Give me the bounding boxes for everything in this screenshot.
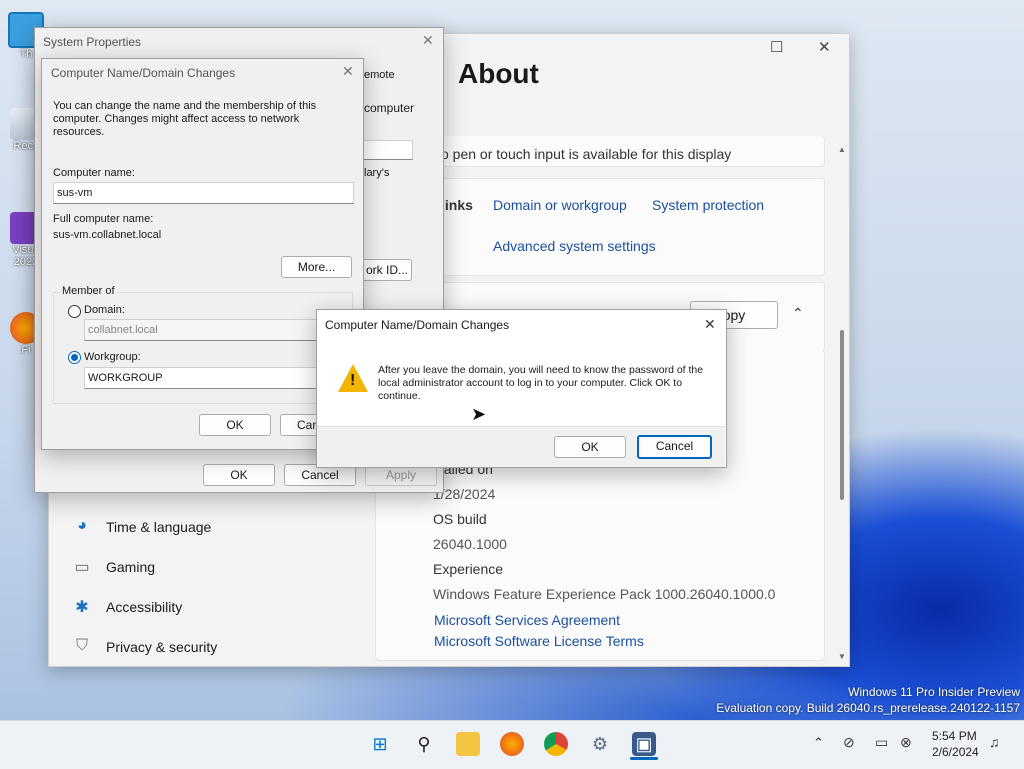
nav-item-privacy-security[interactable]: ⛉ Privacy & security [72, 631, 217, 663]
workgroup-input[interactable]: WORKGROUP [84, 367, 319, 389]
gamepad-icon: ▭ [74, 559, 90, 576]
computer-description-field[interactable] [362, 140, 413, 160]
firefox-taskbar-icon[interactable] [500, 732, 524, 756]
domain-changes-ok-button[interactable]: OK [199, 414, 271, 436]
file-explorer-icon[interactable] [456, 732, 480, 756]
domain-alert-message: After you leave the domain, you will nee… [378, 364, 704, 402]
experience-value: Windows Feature Experience Pack 1000.260… [433, 586, 776, 602]
domain-or-workgroup-link[interactable]: Domain or workgroup [493, 197, 627, 213]
domain-changes-close-icon[interactable]: ✕ [342, 63, 354, 80]
domain-label: Domain: [84, 304, 125, 316]
os-build-label: OS build [433, 511, 487, 527]
domain-radio[interactable] [68, 305, 81, 318]
member-of-label: Member of [60, 285, 117, 297]
network-id-button[interactable]: ork ID... [362, 259, 412, 281]
accessibility-icon: ✱ [75, 599, 89, 616]
watermark-line2: Evaluation copy. Build 26040.rs_prerelea… [716, 701, 1020, 715]
globe-clock-icon: ◕ [77, 517, 87, 534]
system-properties-taskbar-icon[interactable]: ▣ [632, 732, 656, 756]
domain-input[interactable]: collabnet.local [84, 319, 319, 341]
computer-name-input[interactable]: sus-vm [53, 182, 354, 204]
nav-item-gaming[interactable]: ▭ Gaming [72, 551, 155, 583]
services-agreement-link[interactable]: Microsoft Services Agreement [434, 612, 620, 628]
maximize-icon[interactable]: ☐ [770, 38, 783, 56]
domain-changes-intro: You can change the name and the membersh… [53, 100, 317, 138]
domain-alert-cancel-button[interactable]: Cancel [637, 435, 712, 459]
workgroup-radio[interactable] [68, 351, 81, 364]
nav-item-label: Accessibility [106, 599, 183, 615]
page-title: About [458, 58, 539, 89]
watermark-line1: Windows 11 Pro Insider Preview [848, 685, 1020, 699]
system-properties-ok-button[interactable]: OK [203, 464, 275, 486]
nav-item-time-language[interactable]: ◕ Time & language [72, 511, 211, 543]
system-properties-close-icon[interactable]: ✕ [422, 32, 434, 49]
more-button[interactable]: More... [281, 256, 352, 278]
chrome-icon[interactable] [544, 732, 568, 756]
scroll-down-icon[interactable]: ▼ [838, 652, 846, 661]
taskbar-time[interactable]: 5:54 PM [932, 729, 977, 743]
network-status-icon[interactable]: ⊘ [843, 734, 855, 751]
settings-gear-icon[interactable]: ⚙ [588, 732, 612, 756]
system-protection-link[interactable]: System protection [652, 197, 764, 213]
domain-alert-title: Computer Name/Domain Changes [325, 318, 510, 332]
mouse-cursor-icon: ➤ [471, 404, 487, 424]
domain-alert-close-icon[interactable]: ✕ [704, 316, 716, 333]
notifications-bell-icon[interactable]: ♫ [989, 734, 1000, 750]
nav-item-label: Gaming [106, 559, 156, 575]
full-computer-name-value: sus-vm.collabnet.local [53, 229, 162, 241]
os-build-value: 26040.1000 [433, 536, 507, 552]
experience-label: Experience [433, 561, 504, 577]
show-hidden-icons-icon[interactable]: ⌃ [813, 735, 824, 751]
tab-remote[interactable]: emote [364, 69, 395, 81]
computer-description-text: computer [364, 101, 415, 115]
search-icon[interactable]: ⚲ [412, 732, 436, 756]
advanced-system-settings-link[interactable]: Advanced system settings [493, 238, 656, 254]
nav-item-label: Privacy & security [106, 639, 218, 655]
full-computer-name-label: Full computer name: [53, 213, 154, 225]
close-icon[interactable]: ✕ [818, 38, 831, 56]
nav-item-accessibility[interactable]: ✱ Accessibility [72, 591, 182, 623]
scroll-up-icon[interactable]: ▲ [838, 145, 846, 154]
scrollbar-thumb[interactable] [840, 330, 844, 500]
shield-icon: ⛉ [75, 637, 88, 654]
related-links-label: links [441, 197, 473, 213]
chevron-up-icon[interactable]: ⌃ [792, 305, 804, 322]
taskbar-date[interactable]: 2/6/2024 [932, 745, 979, 759]
warning-exclamation-icon: ! [350, 372, 356, 389]
computer-name-label: Computer name: [53, 167, 135, 179]
domain-changes-title: Computer Name/Domain Changes [51, 66, 236, 80]
volume-muted-icon[interactable]: ⊗ [900, 734, 912, 751]
system-properties-title: System Properties [43, 35, 142, 49]
license-terms-link[interactable]: Microsoft Software License Terms [434, 633, 644, 649]
pen-touch-text: o pen or touch input is available for th… [441, 146, 732, 162]
active-window-indicator [630, 757, 658, 760]
display-icon[interactable]: ▭ [875, 734, 888, 751]
start-icon[interactable]: ⊞ [368, 732, 392, 756]
workgroup-label: Workgroup: [84, 351, 141, 363]
domain-alert-ok-button[interactable]: OK [554, 436, 626, 458]
nav-item-label: Time & language [106, 519, 212, 535]
organization-text: lary's [364, 167, 390, 179]
